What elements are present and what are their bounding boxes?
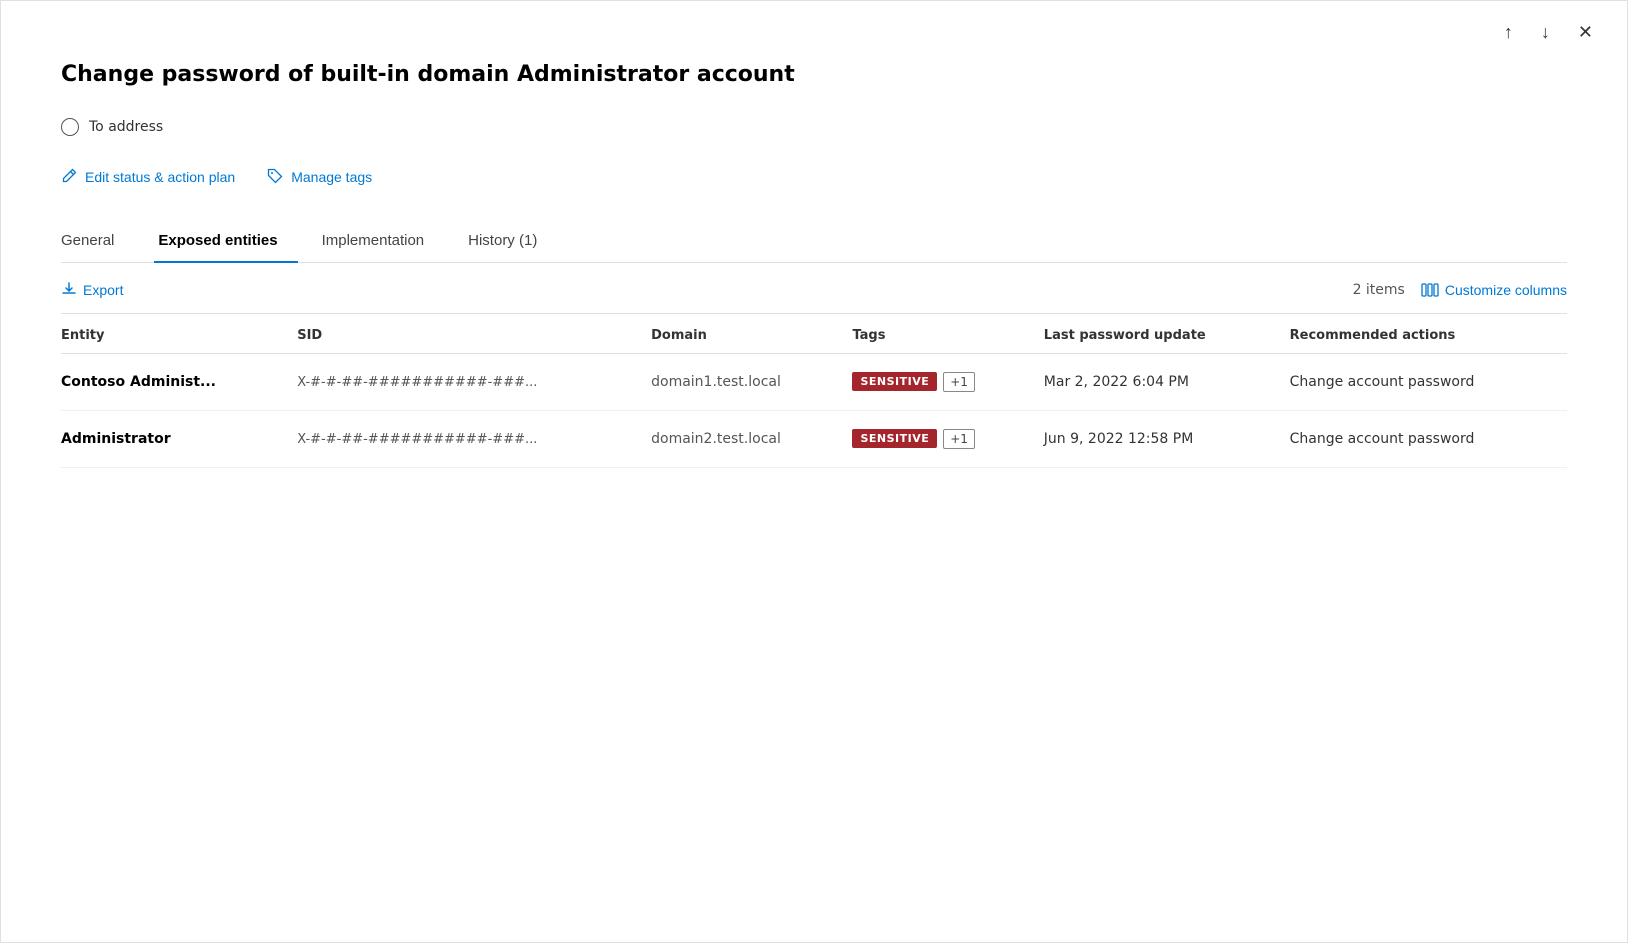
tab-general[interactable]: General [61, 222, 134, 263]
entities-table: Entity SID Domain Tags Last password upd… [61, 314, 1567, 468]
items-count: 2 items [1353, 282, 1405, 298]
edit-status-button[interactable]: Edit status & action plan [61, 168, 235, 186]
last-password-update-cell: Jun 9, 2022 12:58 PM [1044, 410, 1290, 467]
panel: ↑ ↓ ✕ Change password of built-in domain… [0, 0, 1628, 943]
table-header-row: Entity SID Domain Tags Last password upd… [61, 314, 1567, 354]
page-title: Change password of built-in domain Admin… [61, 61, 1567, 90]
domain-value: domain1.test.local [651, 374, 781, 390]
tab-exposed-entities[interactable]: Exposed entities [154, 222, 297, 263]
tabs-container: General Exposed entities Implementation … [61, 222, 1567, 263]
top-actions: ↑ ↓ ✕ [1500, 19, 1597, 45]
last-password-update-cell: Mar 2, 2022 6:04 PM [1044, 353, 1290, 410]
address-label: To address [89, 119, 163, 135]
export-button[interactable]: Export [61, 281, 123, 299]
col-header-domain: Domain [651, 314, 852, 354]
pencil-icon [61, 168, 77, 186]
entity-name[interactable]: Administrator [61, 431, 171, 447]
toolbar-right: 2 items Customize columns [1353, 281, 1567, 298]
edit-status-label: Edit status & action plan [85, 169, 235, 185]
date-value: Mar 2, 2022 6:04 PM [1044, 374, 1189, 390]
customize-columns-icon [1421, 281, 1439, 298]
tag-extra: +1 [943, 429, 975, 449]
tags-container: SENSITIVE +1 [852, 372, 1027, 392]
sensitive-tag-badge: SENSITIVE [852, 429, 937, 448]
col-header-recommended-actions: Recommended actions [1290, 314, 1567, 354]
recommended-actions-cell: Change account password [1290, 353, 1567, 410]
domain-cell: domain2.test.local [651, 410, 852, 467]
address-row: To address [61, 118, 1567, 136]
tags-cell: SENSITIVE +1 [852, 410, 1043, 467]
export-icon [61, 281, 77, 299]
customize-columns-label: Customize columns [1445, 282, 1567, 298]
sid-value: X-#-#-##-###########-###... [297, 375, 537, 390]
sid-cell: X-#-#-##-###########-###... [297, 353, 651, 410]
recommended-action-text: Change account password [1290, 431, 1475, 447]
sid-value: X-#-#-##-###########-###... [297, 432, 537, 447]
table-row: Administrator X-#-#-##-###########-###..… [61, 410, 1567, 467]
col-header-last-password-update: Last password update [1044, 314, 1290, 354]
customize-columns-button[interactable]: Customize columns [1421, 281, 1567, 298]
sensitive-tag-badge: SENSITIVE [852, 372, 937, 391]
tab-implementation[interactable]: Implementation [318, 222, 445, 263]
date-value: Jun 9, 2022 12:58 PM [1044, 431, 1194, 447]
action-buttons: Edit status & action plan Manage tags [61, 168, 1567, 186]
entity-name-cell: Contoso Administ... [61, 353, 297, 410]
entity-name-cell: Administrator [61, 410, 297, 467]
domain-value: domain2.test.local [651, 431, 781, 447]
table-toolbar: Export 2 items Customize columns [61, 263, 1567, 314]
address-circle-icon [61, 118, 79, 136]
navigate-up-button[interactable]: ↑ [1500, 19, 1517, 45]
tab-history[interactable]: History (1) [464, 222, 557, 263]
col-header-sid: SID [297, 314, 651, 354]
recommended-action-text: Change account password [1290, 374, 1475, 390]
col-header-entity: Entity [61, 314, 297, 354]
tag-icon [267, 168, 283, 186]
domain-cell: domain1.test.local [651, 353, 852, 410]
recommended-actions-cell: Change account password [1290, 410, 1567, 467]
manage-tags-button[interactable]: Manage tags [267, 168, 372, 186]
close-button[interactable]: ✕ [1574, 19, 1597, 45]
content-area: Change password of built-in domain Admin… [1, 1, 1627, 508]
tags-cell: SENSITIVE +1 [852, 353, 1043, 410]
table-row: Contoso Administ... X-#-#-##-###########… [61, 353, 1567, 410]
tag-extra: +1 [943, 372, 975, 392]
navigate-down-button[interactable]: ↓ [1537, 19, 1554, 45]
export-label: Export [83, 282, 123, 298]
entity-name[interactable]: Contoso Administ... [61, 374, 216, 390]
manage-tags-label: Manage tags [291, 169, 372, 185]
tags-container: SENSITIVE +1 [852, 429, 1027, 449]
sid-cell: X-#-#-##-###########-###... [297, 410, 651, 467]
col-header-tags: Tags [852, 314, 1043, 354]
